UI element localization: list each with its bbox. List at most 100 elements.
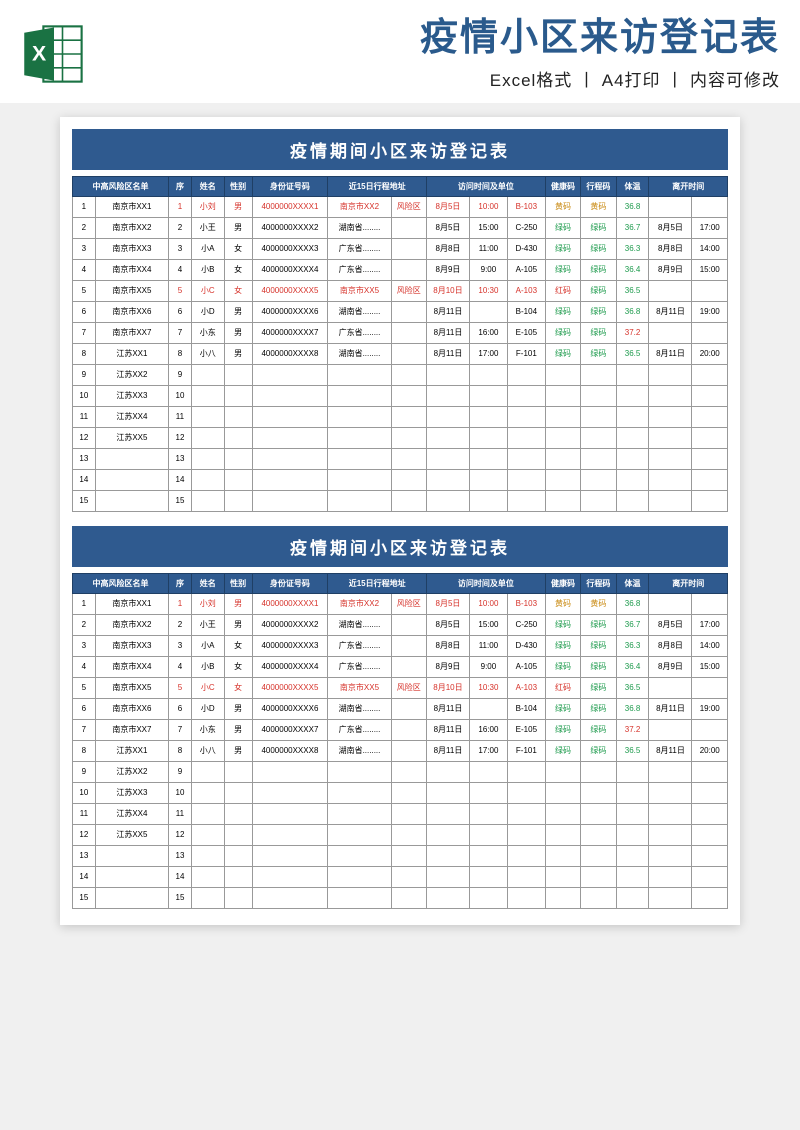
col-leave: 离开时间 (649, 176, 728, 196)
cell-temp (616, 490, 649, 511)
cell-id (252, 782, 328, 803)
cell-id: 4000000XXXX1 (252, 593, 328, 614)
cell-id (252, 803, 328, 824)
risk-index: 8 (73, 740, 96, 761)
cell-risk: 风险区 (391, 280, 426, 301)
cell-travel: 广东省........ (328, 635, 391, 656)
risk-name (95, 448, 168, 469)
cell-temp (616, 803, 649, 824)
cell-seq: 11 (169, 406, 192, 427)
cell-health-code: 黄码 (545, 196, 580, 217)
cell-temp: 36.8 (616, 301, 649, 322)
cell-travel-code: 黄码 (581, 593, 616, 614)
risk-name: 南京市XX4 (95, 656, 168, 677)
risk-name (95, 490, 168, 511)
cell-name: 小D (191, 698, 224, 719)
cell-seq: 9 (169, 761, 192, 782)
table-row: 1南京市XX11小刘男4000000XXXX1南京市XX2风险区8月5日10:0… (73, 593, 728, 614)
cell-travel-code (581, 803, 616, 824)
cell-seq: 5 (169, 280, 192, 301)
cell-seq: 9 (169, 364, 192, 385)
cell-travel-code: 绿码 (581, 635, 616, 656)
cell-vdate: 8月8日 (426, 238, 469, 259)
cell-name: 小A (191, 238, 224, 259)
cell-name: 小八 (191, 740, 224, 761)
risk-name: 南京市XX1 (95, 196, 168, 217)
risk-index: 12 (73, 427, 96, 448)
cell-unit: E-105 (507, 322, 545, 343)
risk-index: 9 (73, 364, 96, 385)
cell-unit (507, 469, 545, 490)
cell-seq: 11 (169, 803, 192, 824)
table-row: 1414 (73, 866, 728, 887)
cell-unit (507, 803, 545, 824)
cell-temp (616, 406, 649, 427)
cell-gender: 男 (224, 322, 252, 343)
cell-travel-code: 绿码 (581, 301, 616, 322)
col-seq: 序 (169, 573, 192, 593)
cell-health-code (545, 803, 580, 824)
cell-temp (616, 385, 649, 406)
cell-vtime (469, 427, 507, 448)
col-health-code: 健康码 (545, 573, 580, 593)
table-row: 7南京市XX77小东男4000000XXXX7广东省........8月11日1… (73, 322, 728, 343)
cell-risk (391, 782, 426, 803)
cell-health-code (545, 364, 580, 385)
cell-seq: 1 (169, 196, 192, 217)
cell-leave-date (649, 490, 692, 511)
cell-seq: 8 (169, 343, 192, 364)
cell-id (252, 887, 328, 908)
cell-gender (224, 761, 252, 782)
cell-id: 4000000XXXX5 (252, 280, 328, 301)
cell-risk (391, 761, 426, 782)
promo-header: X 疫情小区来访登记表 Excel格式 丨 A4打印 丨 内容可修改 (0, 0, 800, 103)
main-title: 疫情小区来访登记表 (102, 18, 780, 60)
cell-unit: A-103 (507, 677, 545, 698)
cell-name (191, 364, 224, 385)
cell-travel-code (581, 782, 616, 803)
cell-gender (224, 824, 252, 845)
cell-leave-date (649, 761, 692, 782)
cell-health-code (545, 845, 580, 866)
cell-leave-time (692, 385, 728, 406)
cell-unit (507, 782, 545, 803)
cell-leave-time (692, 782, 728, 803)
cell-temp: 36.5 (616, 740, 649, 761)
risk-index: 8 (73, 343, 96, 364)
cell-vdate: 8月10日 (426, 677, 469, 698)
cell-travel (328, 845, 391, 866)
cell-leave-date (649, 887, 692, 908)
cell-vdate: 8月5日 (426, 614, 469, 635)
cell-vtime (469, 301, 507, 322)
cell-seq: 4 (169, 656, 192, 677)
cell-temp (616, 866, 649, 887)
cell-temp: 36.7 (616, 217, 649, 238)
cell-temp: 36.3 (616, 238, 649, 259)
cell-temp (616, 887, 649, 908)
cell-unit: B-103 (507, 196, 545, 217)
col-travel15: 近15日行程地址 (328, 176, 427, 196)
cell-risk (391, 322, 426, 343)
cell-risk (391, 259, 426, 280)
cell-leave-date (649, 782, 692, 803)
cell-vtime: 9:00 (469, 656, 507, 677)
cell-vdate (426, 427, 469, 448)
cell-leave-date (649, 593, 692, 614)
cell-id: 4000000XXXX6 (252, 698, 328, 719)
cell-id (252, 385, 328, 406)
table-row: 10江苏XX310 (73, 385, 728, 406)
cell-leave-time (692, 845, 728, 866)
cell-risk: 风险区 (391, 593, 426, 614)
risk-name: 南京市XX2 (95, 614, 168, 635)
risk-index: 1 (73, 593, 96, 614)
cell-id (252, 448, 328, 469)
cell-seq: 6 (169, 698, 192, 719)
cell-leave-time (692, 364, 728, 385)
risk-name: 南京市XX3 (95, 635, 168, 656)
cell-id: 4000000XXXX2 (252, 217, 328, 238)
risk-index: 11 (73, 803, 96, 824)
cell-leave-date (649, 280, 692, 301)
cell-leave-time (692, 593, 728, 614)
cell-travel-code (581, 469, 616, 490)
cell-vtime (469, 803, 507, 824)
